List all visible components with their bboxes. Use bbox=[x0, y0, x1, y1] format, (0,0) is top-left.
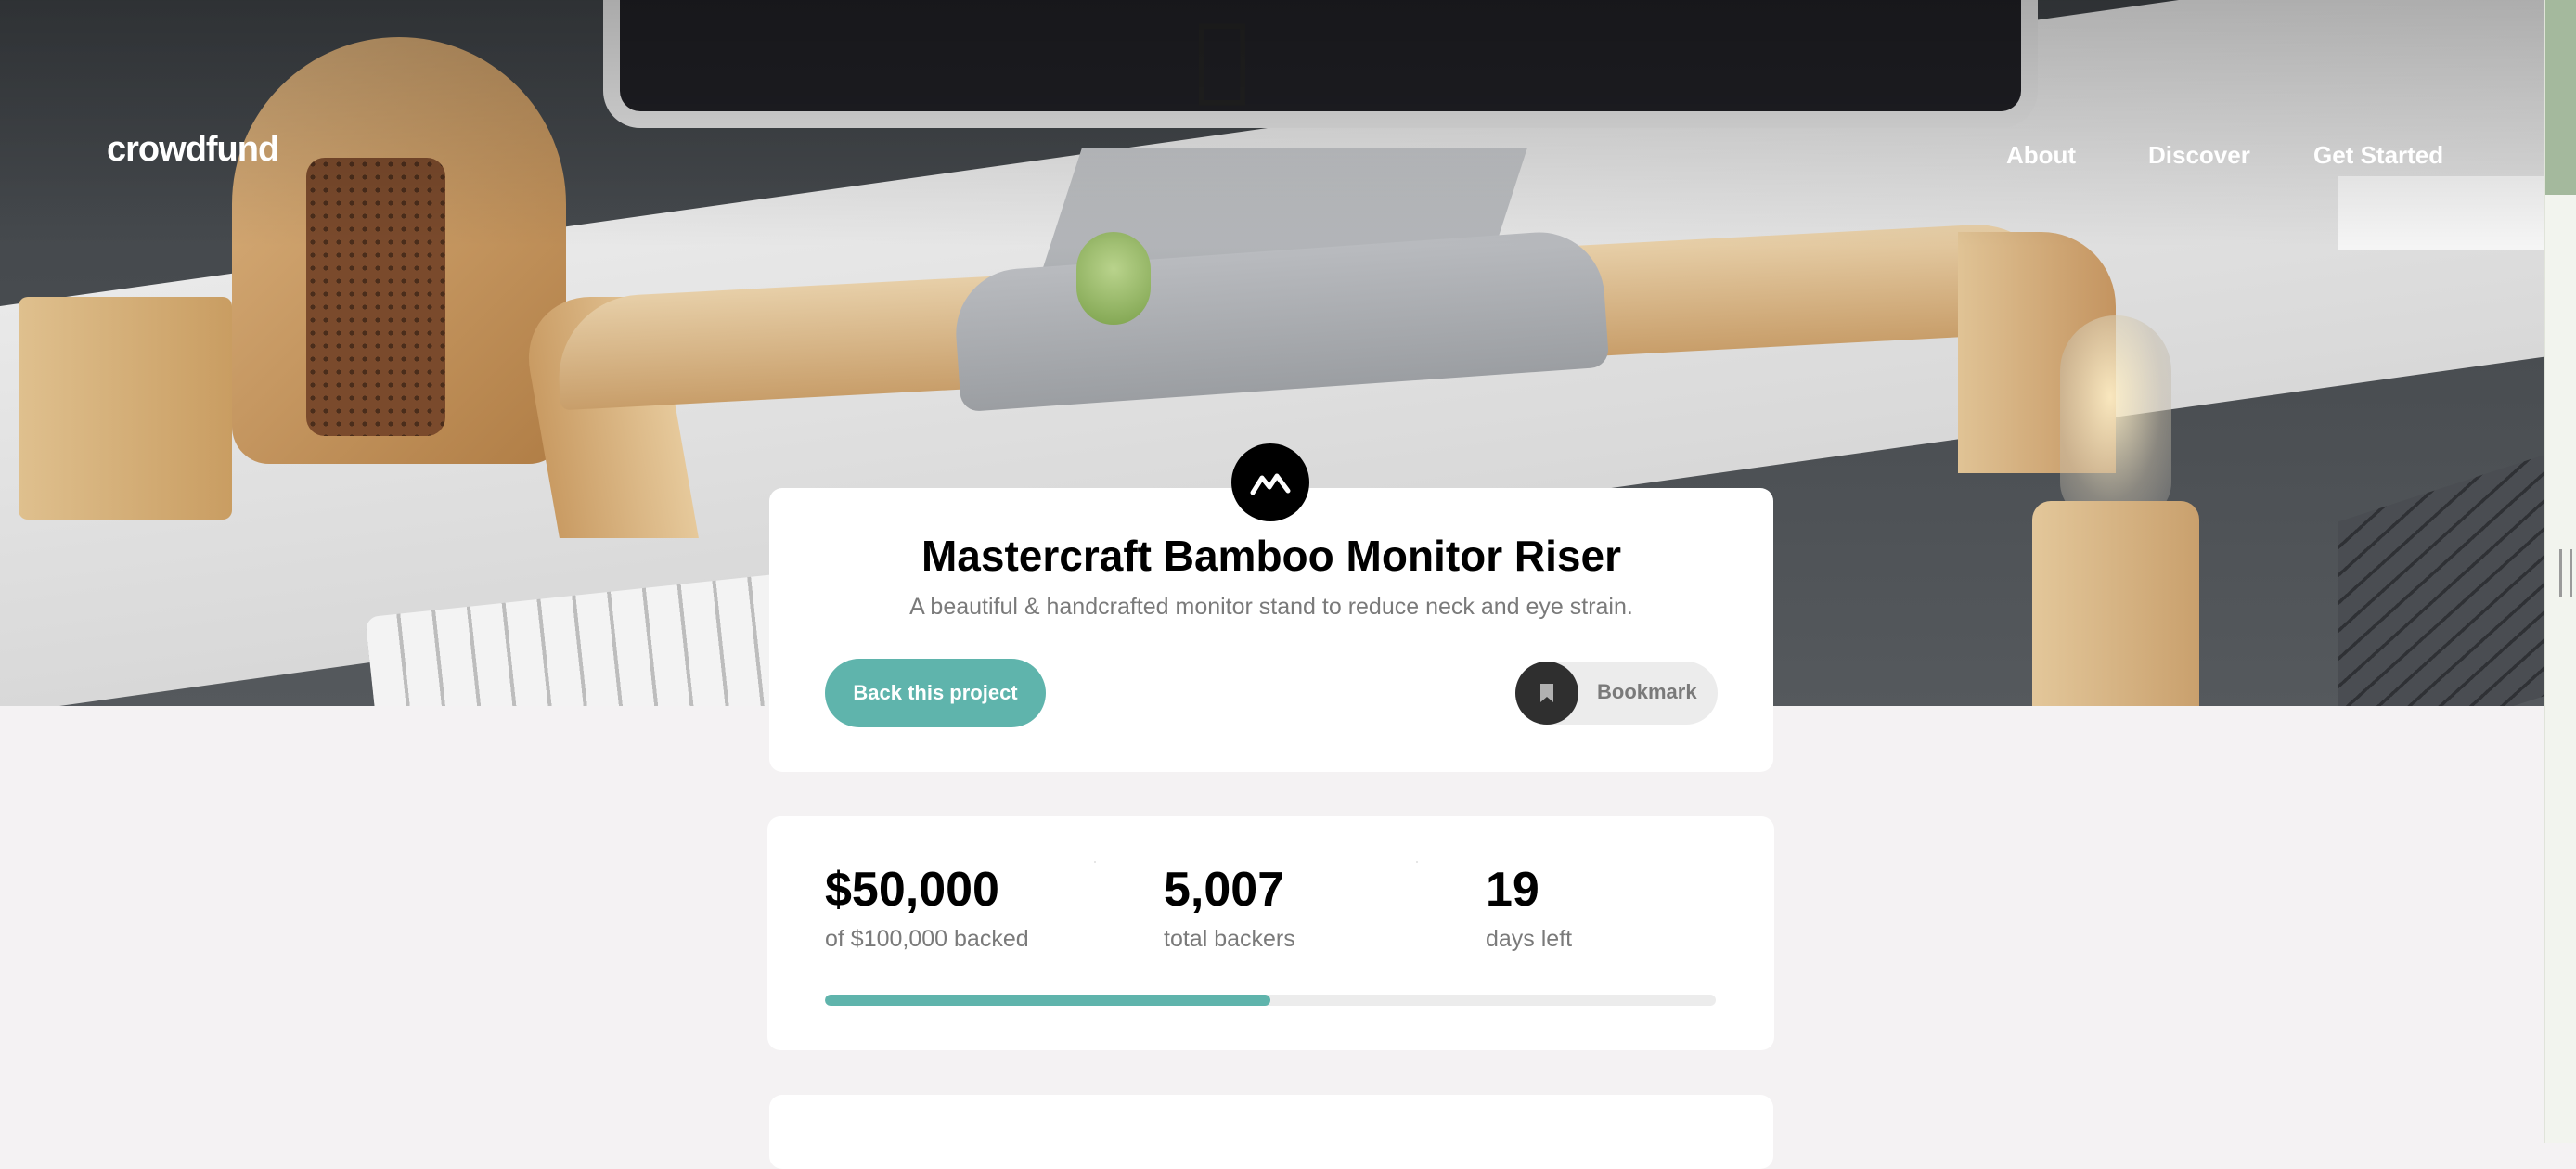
stat-backed: $50,000 of $100,000 backed bbox=[825, 863, 1029, 953]
lamp-base bbox=[2032, 501, 2199, 706]
stat-days-left-label: days left bbox=[1486, 925, 1573, 952]
stat-divider bbox=[1416, 861, 1418, 863]
stat-days-left-value: 19 bbox=[1486, 863, 1539, 917]
stat-backers-value: 5,007 bbox=[1164, 863, 1285, 917]
monitor-base bbox=[951, 227, 1610, 413]
stat-backed-value: $50,000 bbox=[825, 863, 999, 917]
nav-about[interactable]: About bbox=[2006, 141, 2076, 170]
figurine bbox=[1076, 232, 1151, 325]
mastercraft-logo-icon bbox=[1231, 443, 1309, 521]
bookmark-label: Bookmark bbox=[1597, 680, 1697, 703]
site-logo[interactable]: crowdfund bbox=[107, 130, 279, 170]
keyboard bbox=[365, 571, 823, 706]
project-subtitle: A beautiful & handcrafted monitor stand … bbox=[909, 594, 1633, 620]
project-intro-card: Mastercraft Bamboo Monitor Riser A beaut… bbox=[769, 488, 1773, 772]
scrollbar-grip-icon[interactable] bbox=[2559, 549, 2572, 597]
riser-leg-right bbox=[1958, 232, 2116, 473]
bookmark-icon bbox=[1515, 662, 1578, 725]
window-frame bbox=[2338, 176, 2544, 250]
speaker-grille bbox=[306, 158, 445, 436]
nav-get-started[interactable]: Get Started bbox=[2313, 141, 2443, 170]
bookmark-glyph bbox=[1540, 684, 1553, 702]
monitor-riser bbox=[554, 220, 2063, 411]
stat-backed-label: of $100,000 backed bbox=[825, 925, 1029, 952]
stat-divider bbox=[1094, 861, 1096, 863]
funding-progress-bar bbox=[825, 995, 1716, 1006]
bookmark-button[interactable]: Bookmark bbox=[1515, 662, 1718, 725]
mastercraft-logo-glyph bbox=[1250, 473, 1291, 495]
project-title: Mastercraft Bamboo Monitor Riser bbox=[921, 532, 1621, 580]
nav-discover[interactable]: Discover bbox=[2148, 141, 2250, 170]
stat-backers: 5,007 total backers bbox=[1164, 863, 1295, 953]
site-header: crowdfund About Discover Get Started bbox=[0, 0, 2544, 186]
about-project-card bbox=[769, 1095, 1773, 1169]
riser-leg-left bbox=[517, 297, 699, 538]
light-bulb bbox=[2060, 315, 2171, 520]
back-project-button[interactable]: Back this project bbox=[825, 659, 1046, 727]
stat-days-left: 19 days left bbox=[1486, 863, 1572, 953]
stats-card: $50,000 of $100,000 backed 5,007 total b… bbox=[767, 816, 1774, 1050]
stat-backers-label: total backers bbox=[1164, 925, 1295, 952]
funding-progress-fill bbox=[825, 995, 1270, 1006]
laptop bbox=[2338, 443, 2544, 706]
pen-holder bbox=[19, 297, 232, 520]
